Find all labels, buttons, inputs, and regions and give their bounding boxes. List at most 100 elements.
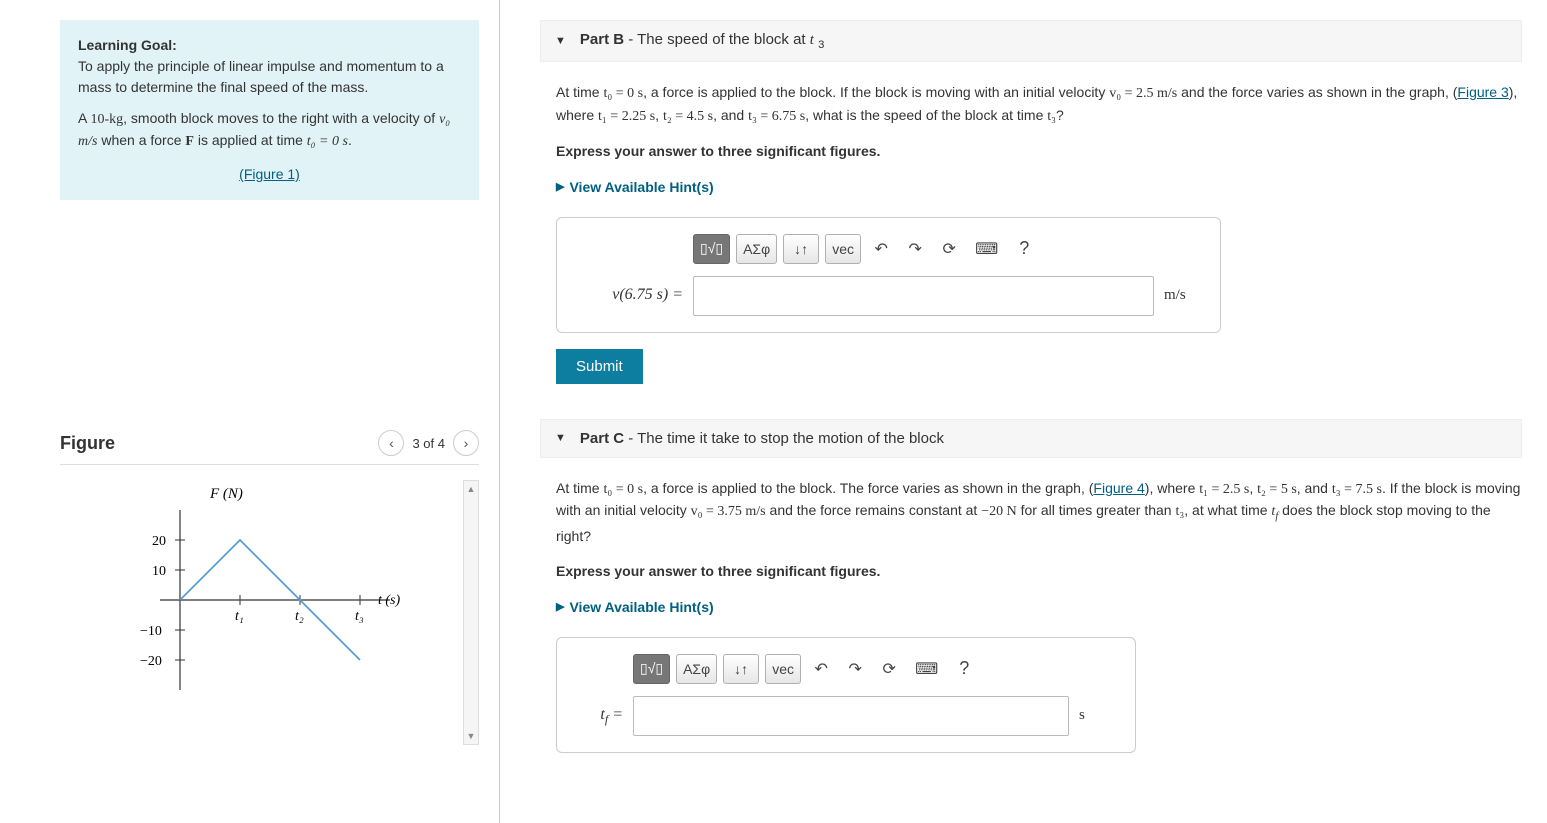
part-b-answer-box: ▯√▯ ΑΣφ ↓↑ vec ↶ ↷ ⟳ ⌨ ? v(6.75 s) = m/s (556, 217, 1221, 333)
pb-t1: t₁ = 2.25 s (598, 109, 655, 124)
scroll-track[interactable] (464, 497, 478, 728)
pc-2: ), where (1145, 480, 1199, 496)
ytick-n20: −20 (140, 654, 162, 669)
part-b-answer-input[interactable] (693, 276, 1154, 316)
part-b-hints-link[interactable]: ▶ View Available Hint(s) (556, 177, 1522, 199)
figure-4-link[interactable]: Figure 4 (1093, 480, 1144, 496)
lg-t2-end: . (348, 132, 352, 148)
pc-c2: , and (1297, 480, 1332, 496)
xtick-t3: t₃ (355, 609, 364, 624)
ytick-n10: −10 (140, 624, 162, 639)
pc-5: for all times greater than (1017, 502, 1176, 518)
keyboard-button[interactable]: ⌨ (909, 654, 944, 684)
part-c-express: Express your answer to three significant… (556, 561, 1522, 583)
pb-q: ? (1056, 107, 1064, 123)
part-c-answer-input[interactable] (633, 696, 1069, 736)
greek-button[interactable]: ΑΣφ (676, 654, 717, 684)
pc-t3s: t₃ (1175, 504, 1184, 519)
reset-button[interactable]: ⟳ (875, 654, 903, 684)
part-c-body: At time t₀ = 0 s, a force is applied to … (540, 458, 1522, 753)
figure-next-button[interactable]: › (453, 430, 479, 456)
template-button[interactable]: ▯√▯ (693, 234, 730, 264)
part-c: ▼ Part C - The time it take to stop the … (540, 419, 1522, 753)
redo-button[interactable]: ↷ (901, 234, 929, 264)
pb-c2: , and (713, 107, 748, 123)
pc-4: and the force remains constant at (766, 502, 982, 518)
collapse-caret-icon[interactable]: ▼ (555, 35, 566, 47)
force-time-graph: F (N) 20 10 −10 −20 t₁ t₂ t₃ t (s) (120, 480, 420, 720)
pb-pre: At time (556, 84, 603, 100)
figure-1-link[interactable]: (Figure 1) (239, 166, 300, 182)
keyboard-button[interactable]: ⌨ (969, 234, 1004, 264)
part-b-title-text: The speed of the block at t 3 (637, 31, 824, 48)
reset-button[interactable]: ⟳ (935, 234, 963, 264)
figure-prev-button[interactable]: ‹ (378, 430, 404, 456)
part-c-hints-link[interactable]: ▶ View Available Hint(s) (556, 597, 1522, 619)
redo-button[interactable]: ↷ (841, 654, 869, 684)
scroll-down-icon[interactable]: ▼ (464, 728, 478, 744)
learning-goal-text1: To apply the principle of linear impulse… (78, 58, 444, 95)
lg-t2-pre: A (78, 110, 90, 126)
figure-body: F (N) 20 10 −10 −20 t₁ t₂ t₃ t (s) ▲ ▼ (60, 480, 479, 720)
ytick-10: 10 (152, 564, 166, 579)
pc-t3: t₃ = 7.5 s (1332, 482, 1382, 497)
part-c-label: Part C (580, 430, 624, 447)
part-c-title-text: The time it take to stop the motion of t… (637, 430, 944, 447)
left-panel: Learning Goal: To apply the principle of… (0, 0, 500, 823)
xtick-t2: t₂ (295, 609, 304, 624)
part-c-answer-row: tf = s (573, 696, 1119, 736)
pc-pre: At time (556, 480, 603, 496)
learning-goal-box: Learning Goal: To apply the principle of… (60, 20, 479, 200)
subsup-button[interactable]: ↓↑ (723, 654, 759, 684)
greek-button[interactable]: ΑΣφ (736, 234, 777, 264)
undo-button[interactable]: ↶ (867, 234, 895, 264)
lg-mass: 10-kg (90, 112, 123, 127)
part-b-express: Express your answer to three significant… (556, 141, 1522, 163)
part-b-dash: - (624, 31, 637, 48)
scroll-up-icon[interactable]: ▲ (464, 481, 478, 497)
pc-1: , a force is applied to the block. The f… (643, 480, 1093, 496)
part-c-prompt: At time t₀ = 0 s, a force is applied to … (556, 478, 1522, 547)
pb-4: , what is the speed of the block at time (805, 107, 1047, 123)
part-c-header[interactable]: ▼ Part C - The time it take to stop the … (540, 419, 1522, 458)
pb-1: , a force is applied to the block. If th… (643, 84, 1109, 100)
pc-v0: v₀ = 3.75 m/s (691, 504, 766, 519)
part-b: ▼ Part B - The speed of the block at t 3… (540, 20, 1522, 384)
part-b-answer-label: v(6.75 s) = (573, 283, 683, 308)
pc-t2: t₂ = 5 s (1257, 482, 1297, 497)
part-b-answer-row: v(6.75 s) = m/s (573, 276, 1204, 316)
figure-scrollbar[interactable]: ▲ ▼ (463, 480, 479, 745)
pc-t0: t₀ = 0 s (603, 482, 643, 497)
equation-toolbar-c: ▯√▯ ΑΣφ ↓↑ vec ↶ ↷ ⟳ ⌨ ? (633, 654, 1119, 684)
caret-right-icon: ▶ (556, 179, 564, 196)
part-b-label: Part B (580, 31, 624, 48)
ytick-20: 20 (152, 534, 166, 549)
help-button[interactable]: ? (950, 654, 978, 684)
vec-button[interactable]: vec (765, 654, 801, 684)
part-c-hints-text: View Available Hint(s) (569, 597, 713, 619)
part-b-hints-text: View Available Hint(s) (569, 177, 713, 199)
collapse-caret-icon[interactable]: ▼ (555, 432, 566, 444)
part-b-body: At time t₀ = 0 s, a force is applied to … (540, 62, 1522, 384)
part-b-answer-unit: m/s (1164, 284, 1204, 307)
learning-goal-heading: Learning Goal: (78, 37, 177, 53)
part-b-title: Part B - The speed of the block at t 3 (580, 31, 824, 51)
lg-t2-mid: , smooth block moves to the right with a… (123, 110, 439, 126)
part-c-answer-box: ▯√▯ ΑΣφ ↓↑ vec ↶ ↷ ⟳ ⌨ ? tf = s (556, 637, 1136, 753)
pb-t3: t₃ = 6.75 s (748, 109, 805, 124)
vec-button[interactable]: vec (825, 234, 861, 264)
part-b-submit-button[interactable]: Submit (556, 349, 643, 384)
part-c-title: Part C - The time it take to stop the mo… (580, 430, 944, 447)
pb-v0: v₀ = 2.5 m/s (1109, 86, 1177, 101)
lg-t2-mid3: is applied at time (194, 132, 307, 148)
part-b-header[interactable]: ▼ Part B - The speed of the block at t 3 (540, 20, 1522, 62)
template-button[interactable]: ▯√▯ (633, 654, 670, 684)
right-panel: ▼ Part B - The speed of the block at t 3… (500, 0, 1547, 823)
undo-button[interactable]: ↶ (807, 654, 835, 684)
equation-toolbar: ▯√▯ ΑΣφ ↓↑ vec ↶ ↷ ⟳ ⌨ ? (693, 234, 1204, 264)
pc-fval: −20 N (981, 504, 1017, 519)
pc-6: , at what time (1184, 502, 1271, 518)
figure-3-link[interactable]: Figure 3 (1457, 84, 1508, 100)
subsup-button[interactable]: ↓↑ (783, 234, 819, 264)
help-button[interactable]: ? (1010, 234, 1038, 264)
